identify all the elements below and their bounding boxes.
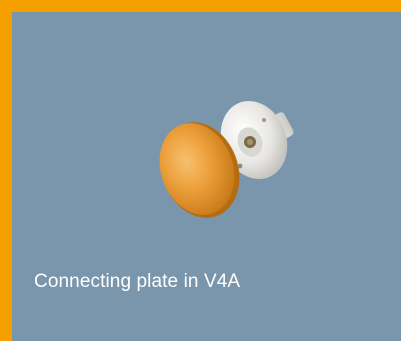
product-tile[interactable]: Connecting plate in V4A <box>0 0 401 341</box>
connecting-plate-image <box>159 101 294 218</box>
product-caption: Connecting plate in V4A <box>34 271 241 292</box>
